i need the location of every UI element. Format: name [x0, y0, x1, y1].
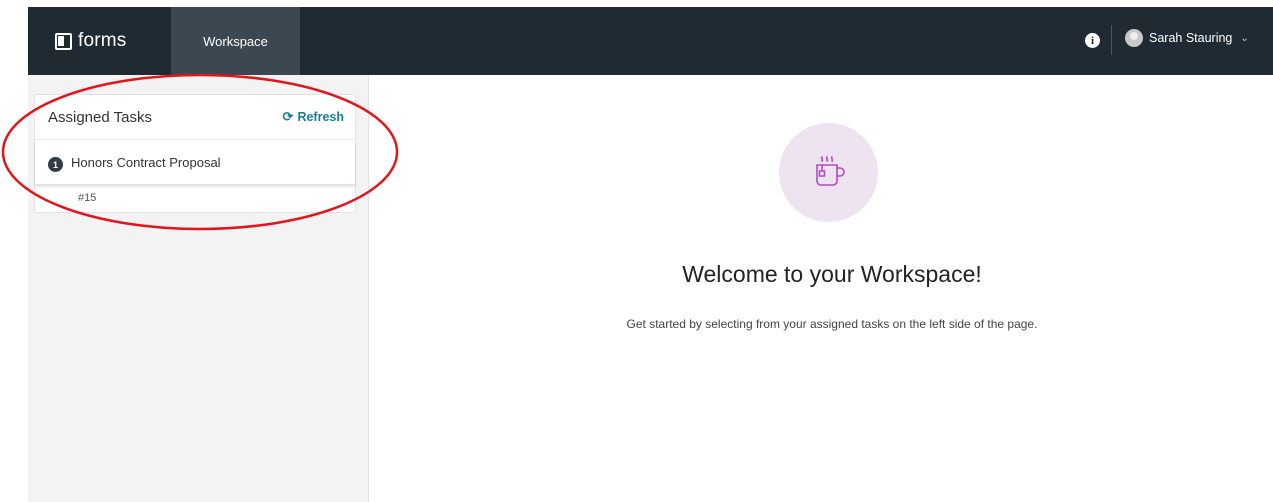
user-avatar-icon [1125, 29, 1143, 47]
tab-workspace[interactable]: Workspace [171, 7, 300, 75]
brand-name: forms [78, 30, 127, 51]
card-header: Assigned Tasks ⟳ Refresh [35, 95, 355, 140]
mug-graphic [815, 155, 845, 186]
nav-divider [1111, 25, 1112, 55]
task-count-badge: 1 [48, 157, 63, 172]
user-menu[interactable]: Sarah Stauring ⌄ [1125, 29, 1249, 47]
forms-logo-icon [55, 32, 72, 50]
task-item[interactable]: 1 Honors Contract Proposal [35, 140, 355, 185]
task-id[interactable]: #15 [78, 192, 96, 204]
refresh-label: Refresh [297, 110, 344, 124]
coffee-mug-icon [779, 123, 878, 222]
welcome-title: Welcome to your Workspace! [682, 261, 982, 287]
sidebar: Assigned Tasks ⟳ Refresh 1 Honors Contra… [28, 75, 369, 502]
assigned-tasks-card: Assigned Tasks ⟳ Refresh 1 Honors Contra… [34, 94, 356, 213]
info-icon[interactable]: i [1085, 33, 1100, 48]
top-nav-bar: forms Workspace i Sarah Stauring ⌄ [28, 7, 1273, 75]
refresh-button[interactable]: ⟳ Refresh [283, 109, 344, 125]
task-label: Honors Contract Proposal [71, 155, 221, 170]
brand-logo[interactable]: forms [55, 27, 127, 55]
user-name: Sarah Stauring [1149, 31, 1233, 45]
welcome-text: Get started by selecting from your assig… [626, 317, 1038, 331]
chevron-down-icon: ⌄ [1240, 32, 1249, 44]
card-title: Assigned Tasks [48, 109, 152, 126]
refresh-icon: ⟳ [282, 109, 294, 124]
